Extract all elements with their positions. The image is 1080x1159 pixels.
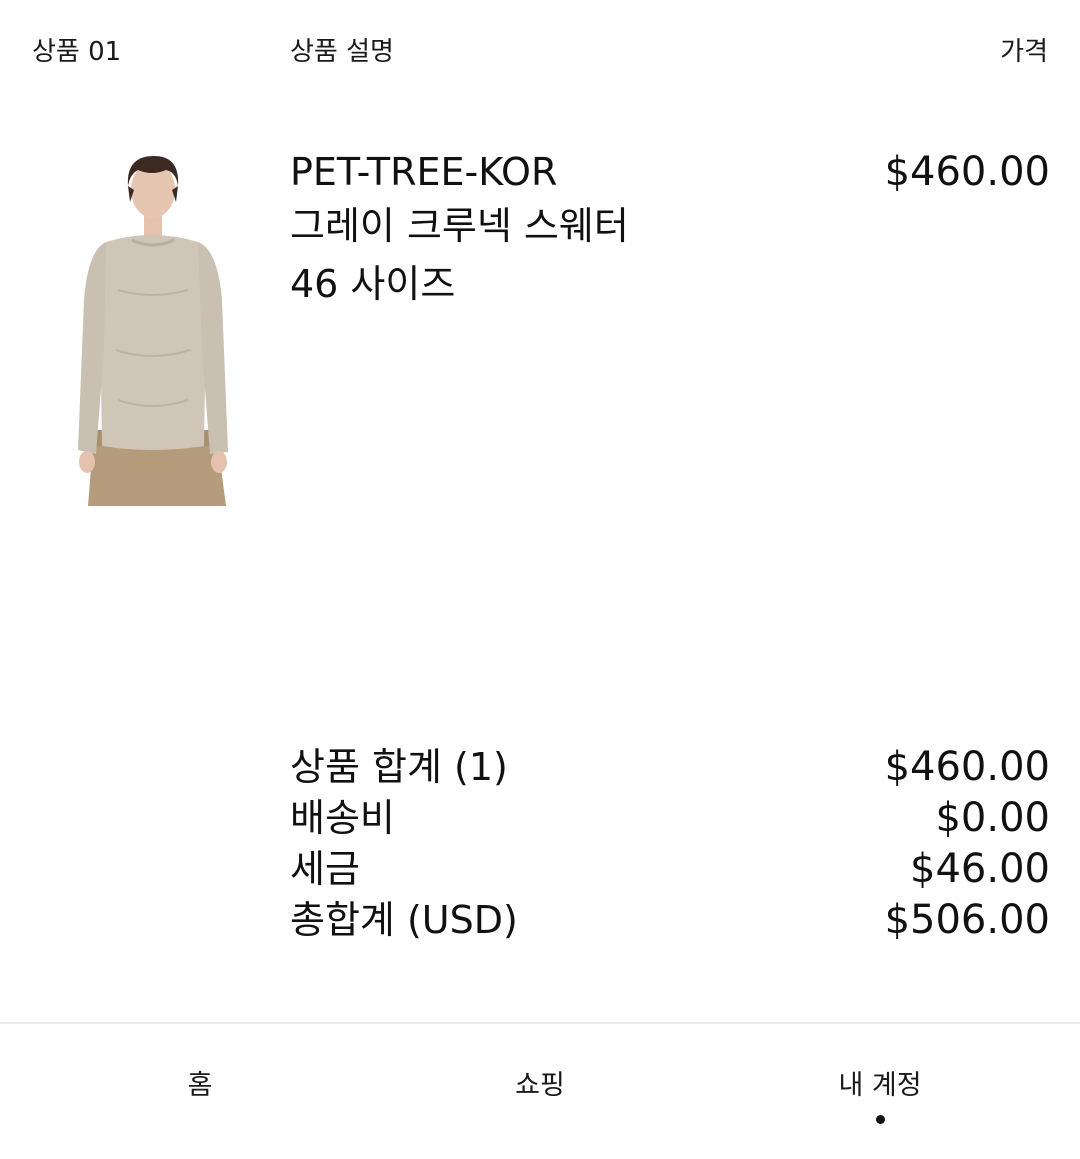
item-number-header: 상품 01: [32, 37, 122, 67]
total-label: 총합계 (USD): [290, 898, 518, 942]
shipping-value: $0.00: [935, 795, 1050, 841]
product-image[interactable]: [66, 150, 238, 506]
product-price: $460.00: [884, 149, 1050, 195]
shipping-label: 배송비: [290, 796, 395, 840]
tax-value: $46.00: [910, 846, 1050, 892]
description-header: 상품 설명: [290, 37, 394, 67]
summary-row-subtotal: 상품 합계 (1) $460.00: [290, 742, 1050, 793]
product-name[interactable]: 그레이 크루넥 스웨터: [290, 200, 629, 252]
subtotal-value: $460.00: [884, 744, 1050, 790]
bottom-nav: 홈 쇼핑 내 계정: [0, 1024, 1080, 1159]
nav-home[interactable]: 홈: [188, 1068, 213, 1104]
active-tab-indicator: [876, 1115, 885, 1124]
nav-shopping[interactable]: 쇼핑: [515, 1068, 565, 1104]
product-size: 46 사이즈: [290, 262, 456, 306]
summary-row-shipping: 배송비 $0.00: [290, 793, 1050, 844]
summary-row-tax: 세금 $46.00: [290, 844, 1050, 895]
order-summary: 상품 합계 (1) $460.00 배송비 $0.00 세금 $46.00 총합…: [290, 742, 1050, 946]
price-header: 가격: [1000, 37, 1048, 67]
summary-row-total: 총합계 (USD) $506.00: [290, 895, 1050, 946]
product-brand[interactable]: PET-TREE-KOR: [290, 146, 557, 198]
subtotal-label: 상품 합계 (1): [290, 745, 508, 789]
tax-label: 세금: [290, 847, 360, 891]
total-value: $506.00: [884, 897, 1050, 943]
nav-account[interactable]: 내 계정: [838, 1068, 921, 1104]
